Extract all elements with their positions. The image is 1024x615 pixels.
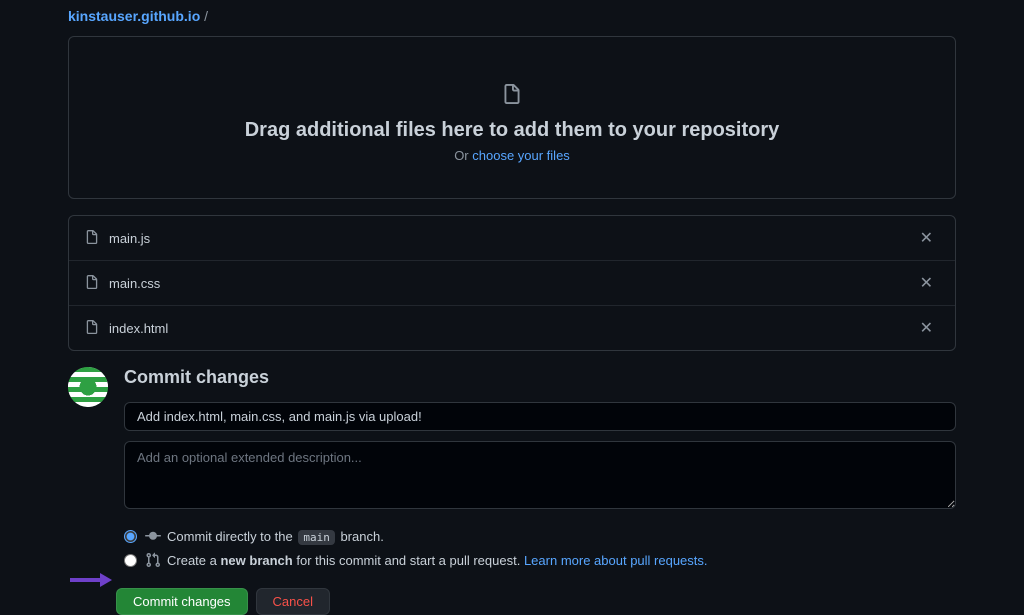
commit-section: Commit changes Commit directly to the ma…: [68, 367, 956, 588]
commit-direct-label: Commit directly to the main branch.: [167, 529, 384, 544]
commit-pr-label: Create a new branch for this commit and …: [167, 553, 708, 568]
file-icon: [85, 274, 99, 293]
avatar: [68, 367, 108, 407]
commit-changes-button[interactable]: Commit changes: [116, 588, 248, 615]
file-name: main.css: [109, 276, 914, 291]
commit-branch-options: Commit directly to the main branch. Crea…: [124, 524, 956, 572]
file-name: main.js: [109, 231, 914, 246]
breadcrumb-repo-link[interactable]: kinstauser.github.io: [68, 8, 200, 24]
commit-branch-icon: [145, 528, 161, 544]
drop-zone-heading: Drag additional files here to add them t…: [89, 119, 935, 142]
remove-file-button[interactable]: ✕: [914, 271, 939, 295]
file-item: index.html ✕: [69, 306, 955, 350]
commit-pr-radio[interactable]: [124, 554, 137, 567]
cancel-button[interactable]: Cancel: [256, 588, 330, 615]
commit-direct-option[interactable]: Commit directly to the main branch.: [124, 524, 956, 548]
drop-zone-subtext: Or choose your files: [89, 148, 935, 163]
choose-files-link[interactable]: choose your files: [472, 148, 570, 163]
breadcrumb-separator: /: [204, 8, 208, 24]
file-icon: [85, 319, 99, 338]
commit-heading: Commit changes: [124, 367, 956, 388]
file-icon: [502, 82, 522, 109]
file-item: main.js ✕: [69, 216, 955, 261]
commit-buttons: Commit changes Cancel: [116, 588, 956, 615]
pr-learn-more-link[interactable]: Learn more about pull requests.: [524, 553, 708, 568]
commit-summary-input[interactable]: [124, 402, 956, 431]
commit-direct-radio[interactable]: [124, 530, 137, 543]
uploaded-files-list: main.js ✕ main.css ✕ index.html ✕: [68, 215, 956, 351]
remove-file-button[interactable]: ✕: [914, 316, 939, 340]
remove-file-button[interactable]: ✕: [914, 226, 939, 250]
file-icon: [85, 229, 99, 248]
file-item: main.css ✕: [69, 261, 955, 306]
file-drop-zone[interactable]: Drag additional files here to add them t…: [68, 36, 956, 199]
commit-pr-option[interactable]: Create a new branch for this commit and …: [124, 548, 956, 572]
file-name: index.html: [109, 321, 914, 336]
pull-request-icon: [145, 552, 161, 568]
breadcrumb: kinstauser.github.io /: [68, 0, 956, 36]
arrow-annotation-icon: [70, 573, 112, 587]
commit-description-textarea[interactable]: [124, 441, 956, 509]
